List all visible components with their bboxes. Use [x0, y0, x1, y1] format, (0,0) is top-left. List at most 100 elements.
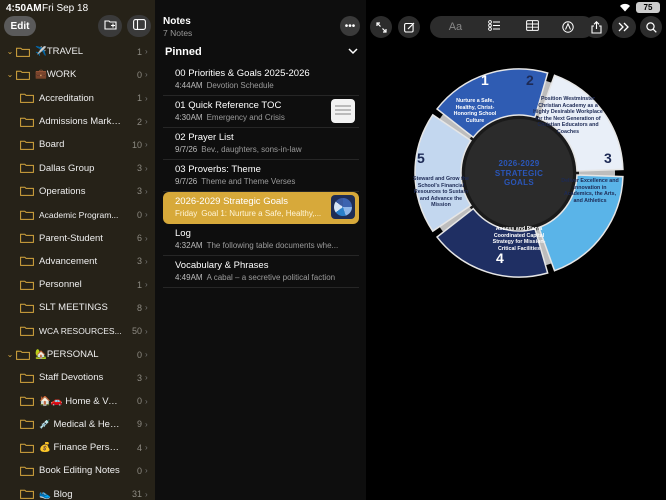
- folder-name: 🏡PERSONAL: [35, 349, 99, 360]
- compose-icon: [403, 22, 415, 33]
- folder-name: 🏠🚗 Home & Vehi...: [39, 395, 126, 407]
- folder-row[interactable]: 🏠🚗 Home & Vehi... 0 ›: [0, 389, 155, 412]
- folder-icon: [16, 70, 30, 80]
- folder-row[interactable]: Dallas Group 3 ›: [0, 156, 155, 179]
- status-time: 4:50AM: [6, 3, 42, 14]
- chevron-right-icon: ›: [145, 396, 148, 406]
- chevron-down-icon[interactable]: ⌄: [4, 70, 16, 79]
- folder-name: Academic Program...: [39, 209, 119, 220]
- folder-row[interactable]: 💰 Finance Personal 4 ›: [0, 436, 155, 459]
- note-list-item[interactable]: Log 4:32AM The following table documents w…: [163, 224, 359, 256]
- folder-icon: [20, 326, 34, 337]
- chevron-right-icon: ›: [145, 117, 148, 127]
- folder-icon: [20, 280, 34, 290]
- folder-count: 3: [136, 163, 142, 174]
- folder-name: Book Editing Notes: [39, 465, 120, 477]
- folder-row[interactable]: Advancement 3 ›: [0, 250, 155, 273]
- note-list-item[interactable]: 01 Quick Reference TOC 4:30AM Emergency an…: [163, 96, 359, 128]
- note-list-item[interactable]: 00 Priorities & Goals 2025-2026 4:44AM Dev…: [163, 64, 359, 96]
- folders-sidebar: Edit ⌄ ✈️TRAVEL 1 › ⌄ 💼WORK 0 › Accreditation 1 › A…: [0, 0, 155, 500]
- folder-name: WCA RESOURCES...: [39, 326, 122, 337]
- table-icon[interactable]: [526, 18, 539, 36]
- folder-icon: [16, 47, 30, 57]
- folder-count: 1: [136, 93, 142, 104]
- text-format-button[interactable]: Aa: [449, 21, 462, 33]
- chevron-right-icon: ›: [145, 210, 148, 220]
- note-subtitle: Friday Goal 1: Nurture a Safe, Healthy,..…: [175, 209, 325, 218]
- folder-row[interactable]: SLT MEETINGS 8 ›: [0, 296, 155, 319]
- note-subtitle: 9/7/26 Bev., daughters, sons-in-law: [175, 145, 353, 154]
- folder-name: Accreditation: [39, 92, 94, 104]
- folder-count: 0: [136, 465, 142, 476]
- folder-count: 9: [136, 419, 142, 430]
- folder-icon: [20, 443, 34, 453]
- folder-row[interactable]: ⌄ 💼WORK 0 ›: [0, 63, 155, 86]
- markup-button[interactable]: [556, 16, 580, 38]
- folder-row[interactable]: 👟 Blog 31 ›: [0, 483, 155, 500]
- battery-icon: 75: [636, 2, 660, 13]
- folder-name: Dallas Group: [39, 162, 95, 174]
- folder-row[interactable]: Accreditation 1 ›: [0, 87, 155, 110]
- chevron-right-icon: ›: [145, 233, 148, 243]
- chevron-down-icon[interactable]: ⌄: [4, 350, 16, 359]
- share-button[interactable]: [584, 16, 608, 38]
- note-list-item[interactable]: 03 Proverbs: Theme 9/7/26 Theme and Theme …: [163, 160, 359, 192]
- folder-icon: [20, 163, 34, 174]
- fullscreen-button[interactable]: [370, 16, 392, 38]
- chevron-right-icon: ›: [145, 489, 148, 499]
- folder-row[interactable]: ⌄ ✈️TRAVEL 1 ›: [0, 40, 155, 63]
- folder-row[interactable]: Operations 3 ›: [0, 180, 155, 203]
- folder-icon: [20, 233, 34, 243]
- folder-icon: [20, 303, 34, 313]
- more-options-button[interactable]: •••: [340, 16, 360, 36]
- note-preview: Emergency and Crisis: [206, 113, 285, 122]
- compose-button[interactable]: [398, 16, 420, 38]
- pinned-section-header[interactable]: Pinned: [165, 46, 358, 58]
- folder-count: 3: [136, 256, 142, 267]
- chevron-right-icon: ›: [145, 163, 148, 173]
- strategic-goals-infographic: 2026-2029 STRATEGIC GOALS 1 Nurture a Saf…: [404, 58, 634, 288]
- folder-row[interactable]: 💉 Medical & Health 9 ›: [0, 413, 155, 436]
- folder-row[interactable]: Academic Program... 0 ›: [0, 203, 155, 226]
- folder-count: 8: [136, 302, 142, 313]
- status-date: Fri Sep 18: [42, 3, 89, 14]
- pinned-label: Pinned: [165, 46, 202, 58]
- chevron-right-icon: ›: [145, 373, 148, 383]
- edit-button[interactable]: Edit: [4, 16, 36, 36]
- toggle-sidebar-button[interactable]: [127, 15, 151, 37]
- folder-row[interactable]: Board 10 ›: [0, 133, 155, 156]
- folder-row[interactable]: ⌄ 🏡PERSONAL 0 ›: [0, 343, 155, 366]
- goal-number: 5: [417, 150, 425, 166]
- folder-count: 0: [136, 69, 142, 80]
- folder-icon: [20, 419, 34, 430]
- note-list-item[interactable]: Vocabulary & Phrases 4:49AM A cabal – a se…: [163, 256, 359, 288]
- note-preview: Goal 1: Nurture a Safe, Healthy,...: [201, 209, 322, 218]
- note-title: 00 Priorities & Goals 2025-2026: [175, 68, 310, 79]
- chevron-down-icon[interactable]: ⌄: [4, 47, 16, 56]
- more-tools-button[interactable]: [612, 16, 636, 38]
- search-button[interactable]: [640, 16, 662, 38]
- status-right: 75: [619, 2, 660, 13]
- folder-row[interactable]: Staff Devotions 3 ›: [0, 366, 155, 389]
- folder-name: Parent-Student: [39, 232, 103, 244]
- folder-icon: [20, 140, 34, 150]
- folder-row[interactable]: Parent-Student 6 ›: [0, 226, 155, 249]
- note-subtitle: 4:30AM Emergency and Crisis: [175, 113, 325, 122]
- goal-text: Nurture a Safe, Healthy, Christ-Honoring…: [453, 98, 497, 124]
- folder-icon: [20, 489, 34, 500]
- note-preview: Devotion Schedule: [206, 81, 274, 90]
- goal-number: 1: [481, 72, 489, 88]
- checklist-icon[interactable]: [487, 18, 501, 36]
- notes-count: 7 Notes: [163, 28, 193, 38]
- search-icon: [645, 21, 657, 33]
- folder-name: Staff Devotions: [39, 372, 104, 384]
- note-title: Log: [175, 228, 191, 239]
- new-folder-button[interactable]: [98, 15, 122, 37]
- folder-row[interactable]: Personnel 1 ›: [0, 273, 155, 296]
- folder-count: 0: [136, 349, 142, 360]
- folder-row[interactable]: Book Editing Notes 0 ›: [0, 459, 155, 482]
- folder-row[interactable]: Admissions Marketing 2 ›: [0, 110, 155, 133]
- note-list-item[interactable]: 02 Prayer List 9/7/26 Bev., daughters, son…: [163, 128, 359, 160]
- folder-row[interactable]: WCA RESOURCES... 50 ›: [0, 320, 155, 343]
- note-list-item[interactable]: 2026-2029 Strategic Goals Friday Goal 1: N…: [163, 192, 359, 224]
